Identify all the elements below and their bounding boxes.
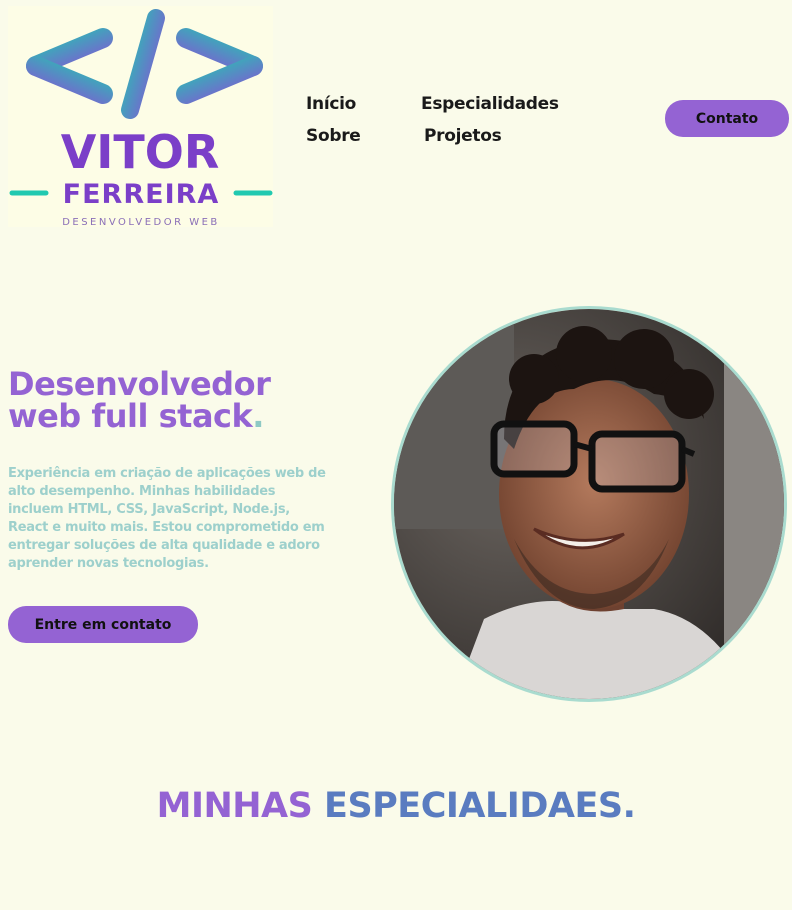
profile-photo <box>391 306 787 702</box>
nav-item-especialidades[interactable]: Especialidades <box>421 94 559 114</box>
section-title-part2: ESPECIALIDAES. <box>324 786 636 826</box>
portrait-image <box>394 309 784 699</box>
logo[interactable]: VITOR FERREIRA DESENVOLVEDOR WEB <box>8 6 273 227</box>
section-title-part1: MINHAS <box>156 786 313 826</box>
nav-item-sobre[interactable]: Sobre <box>306 126 361 146</box>
code-brackets-logo-icon: VITOR FERREIRA DESENVOLVEDOR WEB <box>9 9 273 227</box>
hero-description: Experiência em criação de aplicações web… <box>8 466 326 571</box>
hero-title-dot: . <box>252 397 264 435</box>
hero-title: Desenvolvedor web full stack. <box>8 368 271 435</box>
nav-item-projetos[interactable]: Projetos <box>424 126 502 146</box>
hero-title-line2: web full stack <box>8 397 253 435</box>
get-in-touch-button[interactable]: Entre em contato <box>8 606 198 643</box>
contact-button[interactable]: Contato <box>665 100 789 137</box>
logo-name-top: VITOR <box>61 125 220 179</box>
logo-tagline: DESENVOLVEDOR WEB <box>62 217 220 227</box>
nav-item-inicio[interactable]: Início <box>306 94 356 114</box>
section-title-specialties: MINHAS ESPECIALIDAES. <box>0 786 792 826</box>
logo-name-bottom: FERREIRA <box>63 179 220 210</box>
